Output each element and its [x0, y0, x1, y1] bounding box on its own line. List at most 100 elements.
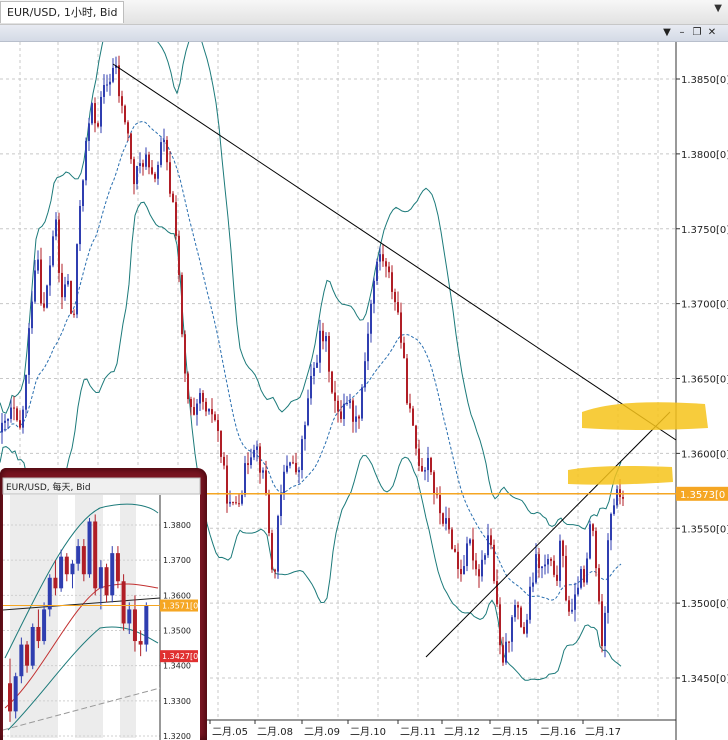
inset-candle-body	[42, 609, 47, 642]
candle-body	[361, 387, 363, 419]
candle-body	[418, 448, 420, 466]
chevron-down-icon[interactable]: ▼	[714, 3, 722, 14]
inset-low-price-label: 1.3427[0	[162, 652, 198, 661]
inset-candle-body	[104, 567, 109, 596]
candle-body	[559, 540, 561, 581]
candle-body	[61, 272, 63, 298]
candle-body	[139, 163, 141, 167]
candle-body	[244, 463, 246, 495]
candle-body	[295, 462, 297, 473]
candle-body	[445, 518, 447, 524]
candle-body	[172, 193, 174, 203]
candle-body	[28, 328, 30, 375]
candle-body	[169, 162, 171, 194]
inset-candle-body	[47, 577, 52, 610]
candle-body	[316, 362, 318, 368]
candle-body	[319, 330, 321, 363]
minimize-icon[interactable]: –	[675, 25, 689, 41]
candle-body	[454, 548, 456, 552]
candle-body	[289, 462, 291, 466]
candle-body	[328, 336, 330, 372]
candle-body	[193, 407, 195, 415]
candle-body	[574, 594, 576, 610]
chart-control-bar: ▼ – ❐ ✕	[0, 25, 728, 42]
close-icon[interactable]: ✕	[705, 25, 719, 41]
chevron-down-icon[interactable]: ▼	[660, 25, 674, 41]
y-axis-tick-label: 1.3850[0]	[681, 75, 728, 86]
candle-body	[250, 457, 252, 466]
inset-candle-body	[144, 605, 149, 645]
candle-body	[379, 254, 381, 262]
candle-body	[343, 403, 345, 419]
candle-body	[109, 81, 111, 85]
y-axis-tick-label: 1.3800[0]	[681, 150, 728, 161]
candle-body	[283, 471, 285, 495]
candle-body	[538, 554, 540, 569]
candle-body	[307, 398, 309, 426]
candle-body	[121, 96, 123, 106]
candle-body	[589, 524, 591, 559]
candle-body	[259, 446, 261, 473]
candle-body	[160, 142, 162, 165]
candle-body	[220, 431, 222, 457]
inset-title: EUR/USD, 每天, Bid	[6, 481, 91, 493]
inset-candle-body	[138, 641, 143, 645]
candle-body	[151, 167, 153, 174]
candle-body	[397, 302, 399, 313]
candle-body	[103, 85, 105, 97]
candle-body	[505, 641, 507, 663]
candle-body	[334, 392, 336, 401]
inset-candle-body	[13, 676, 18, 712]
candle-body	[346, 402, 348, 404]
inset-candle-body	[127, 609, 132, 624]
inset-candle-body	[93, 521, 98, 589]
candle-body	[262, 470, 264, 473]
y-axis-tick-label: 1.3750[0]	[681, 225, 728, 236]
x-axis-tick-label: 二月.16	[540, 726, 576, 738]
candle-body	[409, 403, 411, 409]
candle-body	[550, 558, 552, 561]
inset-current-price-label: 1.3571[0	[162, 602, 198, 611]
y-axis-tick-label: 1.3650[0]	[681, 375, 728, 386]
candle-body	[253, 449, 255, 458]
restore-icon[interactable]: ❐	[690, 25, 704, 41]
candle-body	[421, 465, 423, 472]
candle-body	[586, 558, 588, 583]
inset-candle-body	[30, 626, 35, 666]
inset-candle-body	[81, 546, 86, 575]
x-axis-tick-label: 二月.11	[400, 726, 436, 738]
y-axis-tick-label: 1.3700[0]	[681, 300, 728, 311]
candle-body	[478, 569, 480, 577]
candle-body	[529, 586, 531, 620]
x-axis-tick-label: 二月.08	[257, 726, 293, 738]
candle-body	[583, 569, 585, 583]
inset-candle-body	[115, 553, 120, 582]
candle-body	[64, 284, 66, 298]
candle-body	[4, 420, 6, 423]
candle-body	[400, 312, 402, 343]
inset-y-tick-label: 1.3800	[163, 521, 191, 530]
candle-body	[226, 465, 228, 504]
candle-body	[52, 236, 54, 266]
candle-body	[76, 244, 78, 315]
inset-daily-chart[interactable]: EUR/USD, 每天, Bid 1.3800 1.3700 1.3600 1.3500…	[0, 468, 207, 740]
candle-body	[451, 529, 453, 549]
current-price-label: 1.3573[0	[680, 490, 725, 501]
candle-body	[616, 489, 618, 506]
candle-body	[622, 497, 624, 499]
candle-body	[277, 516, 279, 572]
highlight-mark-lower	[568, 466, 673, 485]
chart-tab[interactable]: EUR/USD, 1小时, Bid	[0, 1, 125, 23]
y-axis-tick-label: 1.3600[0]	[681, 449, 728, 460]
candle-body	[202, 392, 204, 402]
candle-body	[268, 493, 270, 534]
candle-body	[163, 139, 165, 143]
candle-body	[235, 502, 237, 504]
candle-body	[460, 568, 462, 575]
candle-body	[595, 530, 597, 569]
candle-body	[85, 140, 87, 181]
candle-body	[598, 568, 600, 602]
candle-body	[229, 501, 231, 504]
candle-body	[373, 280, 375, 304]
candle-body	[274, 569, 276, 572]
